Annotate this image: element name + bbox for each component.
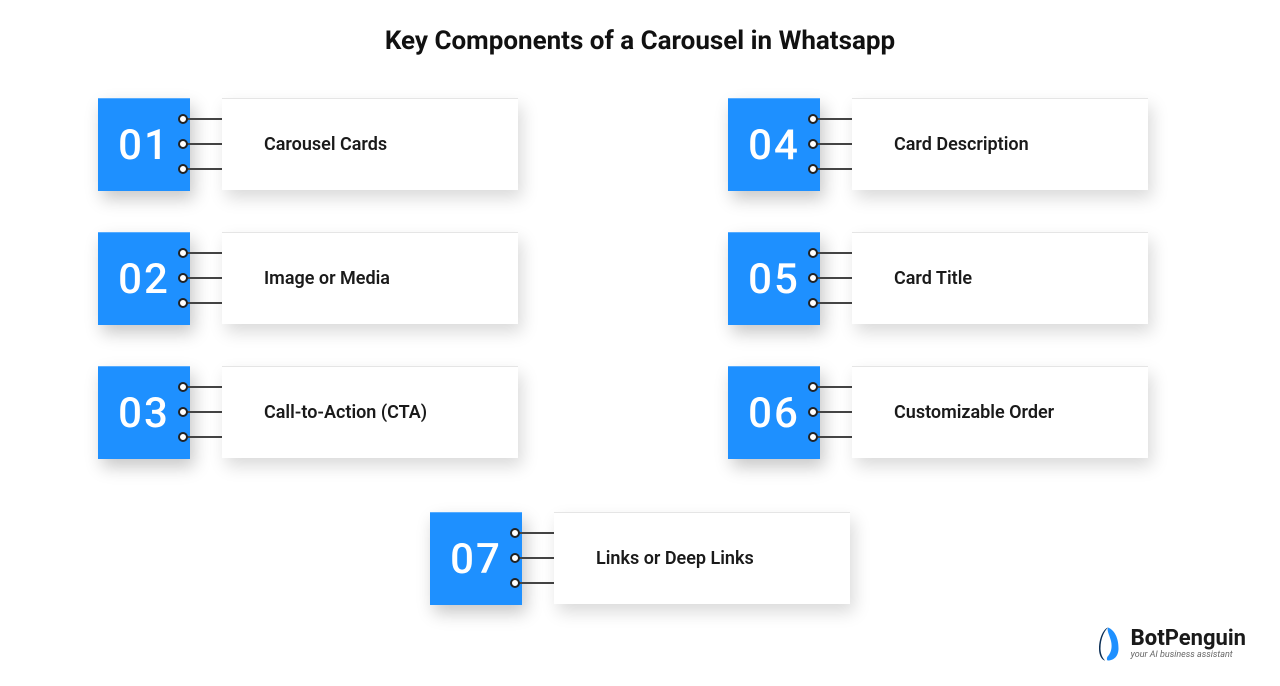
brand-name-rest: Penguin [1165, 626, 1246, 651]
item-number: 07 [430, 512, 522, 605]
brand-name: BotPenguin [1131, 628, 1246, 650]
item-label: Links or Deep Links [554, 512, 850, 604]
component-item-6: 06 Customizable Order [728, 366, 1148, 458]
item-number: 06 [728, 366, 820, 459]
brand-logo: BotPenguin your AI business assistant [1093, 626, 1246, 662]
item-number: 04 [728, 98, 820, 191]
component-item-2: 02 Image or Media [98, 232, 518, 324]
penguin-icon [1093, 626, 1123, 662]
item-label: Carousel Cards [222, 98, 518, 190]
component-item-7: 07 Links or Deep Links [430, 512, 850, 604]
component-item-1: 01 Carousel Cards [98, 98, 518, 190]
item-number: 03 [98, 366, 190, 459]
component-item-4: 04 Card Description [728, 98, 1148, 190]
brand-text: BotPenguin your AI business assistant [1131, 628, 1246, 660]
item-label: Customizable Order [852, 366, 1148, 458]
item-label: Image or Media [222, 232, 518, 324]
page-title: Key Components of a Carousel in Whatsapp [0, 26, 1280, 56]
brand-name-bold: Bot [1131, 626, 1165, 651]
diagram-canvas: Key Components of a Carousel in Whatsapp… [0, 0, 1280, 686]
component-item-5: 05 Card Title [728, 232, 1148, 324]
item-label: Call-to-Action (CTA) [222, 366, 518, 458]
item-label: Card Title [852, 232, 1148, 324]
item-number: 01 [98, 98, 190, 191]
item-number: 02 [98, 232, 190, 325]
component-item-3: 03 Call-to-Action (CTA) [98, 366, 518, 458]
item-number: 05 [728, 232, 820, 325]
brand-tagline: your AI business assistant [1131, 650, 1246, 660]
item-label: Card Description [852, 98, 1148, 190]
